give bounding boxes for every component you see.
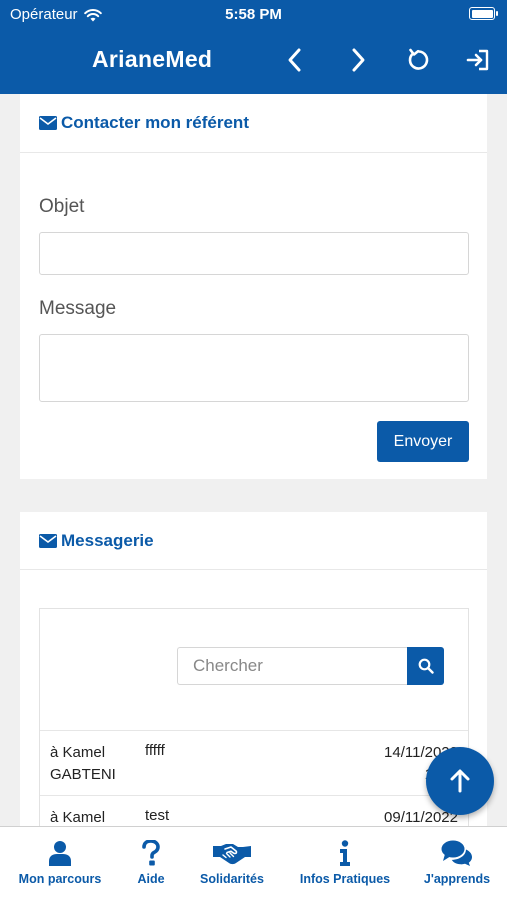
status-bar: Opérateur 5:58 PM [0, 0, 507, 28]
envelope-icon [39, 533, 57, 548]
tab-label: Infos Pratiques [299, 872, 391, 886]
subject-input[interactable] [39, 232, 469, 275]
battery-icon [469, 7, 498, 20]
info-icon [340, 840, 350, 866]
search-bar: Chercher [177, 647, 444, 685]
status-time: 5:58 PM [225, 6, 282, 23]
reload-icon [408, 48, 429, 70]
logout-icon [466, 49, 489, 71]
question-icon [142, 840, 160, 866]
message-row[interactable]: à Kamel GABTENI fffff 14/11/2022 16:... [40, 730, 468, 795]
contact-card: Contacter mon référent Objet Message Env… [20, 94, 487, 479]
handshake-icon [213, 844, 251, 865]
contact-title: Contacter mon référent [61, 113, 249, 132]
arrow-up-icon [450, 769, 470, 793]
tab-bar: Mon parcours Aide Solidarités Infos Prat… [0, 826, 507, 900]
tab-label: Mon parcours [18, 872, 102, 886]
back-button[interactable] [276, 42, 312, 78]
messaging-card-header: Messagerie [20, 512, 487, 570]
tab-solidarites[interactable]: Solidarités [193, 839, 271, 886]
messaging-card: Messagerie Chercher à Kamel GABTENI ffff… [20, 512, 487, 826]
message-recipient: à Kamel GABTENI [50, 742, 130, 786]
tab-label: Solidarités [200, 872, 264, 886]
contact-card-header: Contacter mon référent [20, 94, 487, 153]
user-icon [49, 841, 71, 866]
tab-label: J'apprends [423, 872, 491, 886]
content-area[interactable]: Contacter mon référent Objet Message Env… [0, 94, 507, 826]
message-label: Message [39, 298, 117, 319]
message-list: Chercher à Kamel GABTENI fffff 14/11/202… [39, 608, 469, 826]
chevron-left-icon [288, 48, 301, 72]
recipient-line: à Kamel [50, 809, 106, 826]
tab-label: Aide [137, 872, 165, 886]
message-textarea[interactable] [39, 334, 469, 402]
comments-icon [441, 840, 472, 866]
recipient-line: GABTENI [50, 766, 116, 783]
tab-aide[interactable]: Aide [126, 839, 176, 886]
nav-bar: ArianeMed [0, 28, 507, 94]
send-button[interactable]: Envoyer [377, 421, 469, 462]
recipient-line: à Kamel [50, 744, 106, 761]
message-row[interactable]: à Kamel test 09/11/2022 [40, 795, 468, 826]
reload-button[interactable] [401, 42, 437, 78]
subject-label: Objet [39, 196, 85, 217]
logout-button[interactable] [460, 42, 496, 78]
message-subject: fffff [145, 742, 165, 759]
tab-infos-pratiques[interactable]: Infos Pratiques [293, 839, 397, 886]
chevron-right-icon [352, 48, 365, 72]
message-recipient: à Kamel [50, 807, 130, 826]
tab-mon-parcours[interactable]: Mon parcours [12, 839, 108, 886]
tab-japprends[interactable]: J'apprends [418, 839, 496, 886]
forward-button[interactable] [341, 42, 377, 78]
search-button[interactable] [407, 647, 444, 685]
search-input[interactable]: Chercher [177, 647, 407, 685]
messaging-title: Messagerie [61, 530, 154, 550]
scroll-top-button[interactable] [426, 747, 494, 815]
app-title: ArianeMed [92, 46, 213, 72]
message-subject: test [145, 807, 170, 824]
search-icon [418, 658, 434, 674]
envelope-icon [39, 116, 57, 130]
